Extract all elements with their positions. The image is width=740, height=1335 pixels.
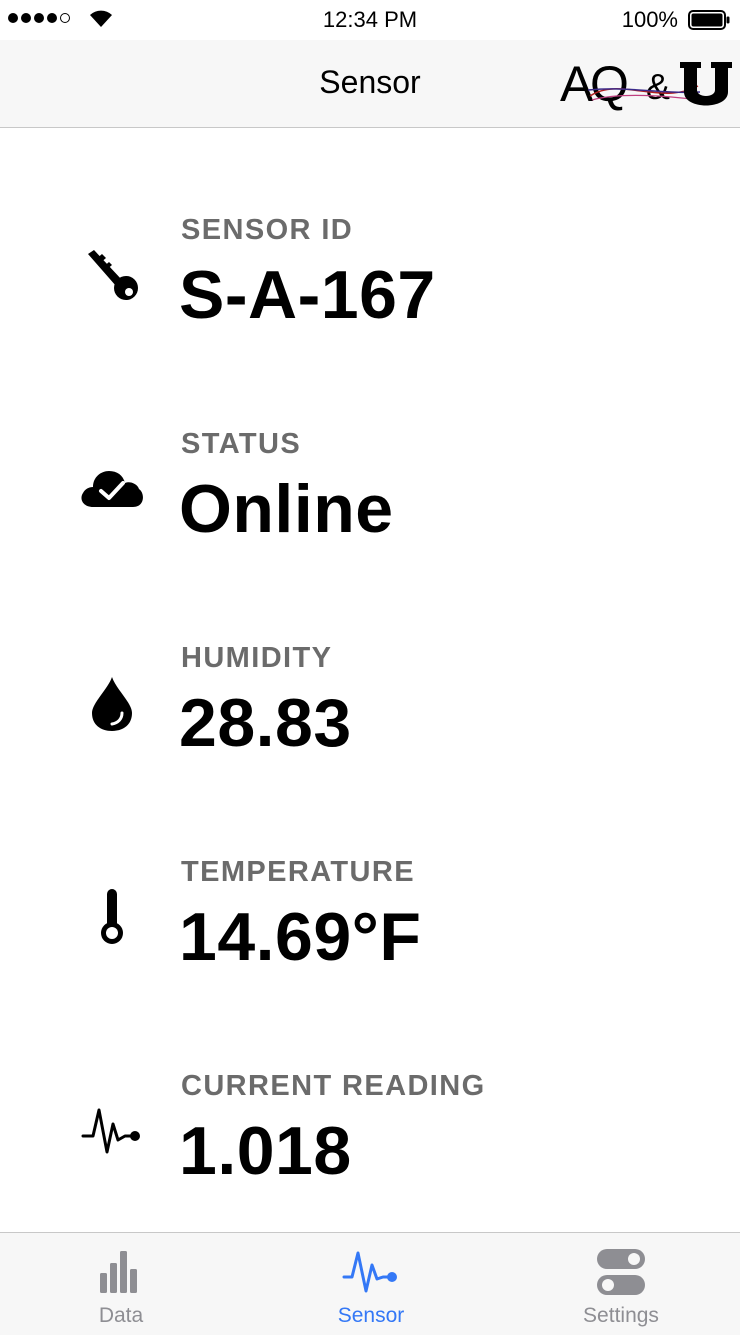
svg-text:&: & — [646, 66, 670, 107]
status-value: Online — [179, 471, 394, 547]
tab-data[interactable]: Data — [21, 1233, 221, 1335]
temperature-row: TEMPERATURE 14.69°F — [0, 856, 740, 1026]
tab-data-label: Data — [98, 1304, 144, 1327]
battery-percent: 100% — [621, 7, 678, 32]
svg-text:A: A — [560, 56, 594, 112]
sensor-id-value: S-A-167 — [179, 257, 436, 333]
tab-settings-label: Settings — [583, 1304, 659, 1327]
tab-sensor-label: Sensor — [337, 1304, 405, 1327]
toggles-icon — [521, 1247, 721, 1299]
tab-bar: Data Sensor Settings — [0, 1232, 740, 1335]
battery-icon — [688, 10, 730, 30]
thermometer-icon — [78, 882, 146, 950]
tab-settings[interactable]: Settings — [521, 1233, 721, 1335]
cloud-check-icon — [78, 454, 146, 522]
status-bar: 12:34 PM 100% — [0, 0, 740, 40]
temperature-label: TEMPERATURE — [181, 856, 415, 888]
humidity-value: 28.83 — [179, 685, 352, 761]
sensor-id-row: SENSOR ID S-A-167 — [0, 214, 740, 384]
navigation-bar: Sensor A Q & — [0, 40, 740, 128]
aqu-logo: A Q & — [560, 56, 732, 112]
humidity-row: HUMIDITY 28.83 — [0, 642, 740, 812]
pulse-icon — [271, 1247, 471, 1299]
bar-chart-icon — [21, 1247, 221, 1299]
pulse-icon — [78, 1096, 146, 1164]
water-drop-icon — [78, 670, 146, 738]
status-row: STATUS Online — [0, 428, 740, 598]
key-icon — [78, 242, 146, 310]
current-reading-label: CURRENT READING — [181, 1070, 486, 1102]
current-reading-value: 1.018 — [179, 1113, 352, 1189]
humidity-label: HUMIDITY — [181, 642, 333, 674]
status-label: STATUS — [181, 428, 302, 460]
current-reading-row: CURRENT READING 1.018 — [0, 1070, 740, 1240]
temperature-value: 14.69°F — [179, 899, 422, 975]
sensor-id-label: SENSOR ID — [181, 214, 354, 246]
svg-text:Q: Q — [590, 56, 629, 112]
tab-sensor[interactable]: Sensor — [271, 1233, 471, 1335]
